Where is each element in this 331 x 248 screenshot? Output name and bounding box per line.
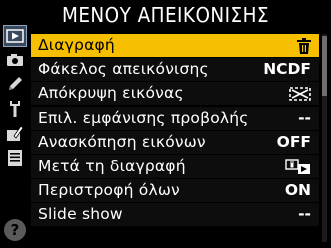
trash-icon bbox=[297, 34, 311, 61]
menu-item-value: OFF bbox=[276, 132, 311, 151]
menu-item-playback-folder[interactable]: Φάκελος απεικόνισης NCDF bbox=[31, 58, 319, 82]
menu-item-rotate-tall[interactable]: Περιστροφή όλων ON bbox=[31, 179, 319, 203]
scrollbar-thumb[interactable] bbox=[322, 36, 327, 96]
menu-list: Διαγραφή Φάκελος απεικόνισης NCDF Απόκρυ… bbox=[31, 34, 319, 228]
menu-item-label: Απόκρυψη εικόνας bbox=[38, 84, 184, 103]
recent-settings-icon bbox=[8, 150, 22, 166]
menu-item-image-review[interactable]: Ανασκόπηση εικόνων OFF bbox=[31, 130, 319, 154]
menu-item-delete[interactable]: Διαγραφή bbox=[31, 34, 319, 57]
menu-item-label: Περιστροφή όλων bbox=[38, 181, 180, 200]
menu-item-value: ON bbox=[284, 181, 311, 200]
pencil-icon bbox=[9, 77, 22, 90]
tab-shooting[interactable] bbox=[3, 49, 27, 71]
menu-item-value: NCDF bbox=[263, 60, 311, 79]
menu-item-label: Διαγραφή bbox=[38, 36, 115, 54]
retouch-icon bbox=[7, 125, 24, 141]
tab-recent-settings[interactable] bbox=[3, 147, 27, 169]
help-icon[interactable]: ? bbox=[4, 219, 26, 241]
menu-item-hide-image[interactable]: Απόκρυψη εικόνας bbox=[31, 82, 319, 108]
menu-item-playback-display-options[interactable]: Επιλ. εμφάνισης προβολής -- bbox=[31, 106, 319, 130]
menu-item-value: -- bbox=[298, 108, 311, 127]
playback-icon bbox=[6, 29, 24, 43]
menu-item-after-delete[interactable]: Μετά τη διαγραφή bbox=[31, 154, 319, 178]
menu-item-label: Μετά τη διαγραφή bbox=[38, 156, 186, 175]
menu-scrollbar[interactable] bbox=[322, 34, 327, 242]
menu-item-value: -- bbox=[298, 205, 311, 224]
camera-icon bbox=[7, 54, 23, 66]
menu-item-slide-show[interactable]: Slide show -- bbox=[31, 203, 319, 227]
menu-item-label: Επιλ. εμφάνισης προβολής bbox=[38, 108, 249, 127]
menu-item-label: Ανασκόπηση εικόνων bbox=[38, 132, 206, 151]
after-delete-icon bbox=[285, 155, 311, 182]
tab-setup[interactable] bbox=[3, 98, 27, 120]
tab-retouch[interactable] bbox=[3, 122, 27, 144]
tab-playback[interactable] bbox=[3, 25, 27, 47]
hide-image-icon bbox=[289, 82, 311, 108]
menu-title: ΜΕΝΟΥ ΑΠΕΙΚΟΝΙΣΗΣ bbox=[62, 3, 269, 27]
menu-item-label: Φάκελος απεικόνισης bbox=[38, 60, 209, 79]
menu-sidebar: ? bbox=[0, 25, 30, 248]
menu-item-label: Slide show bbox=[38, 205, 123, 224]
wrench-icon bbox=[10, 101, 20, 117]
tab-custom-settings[interactable] bbox=[3, 73, 27, 95]
